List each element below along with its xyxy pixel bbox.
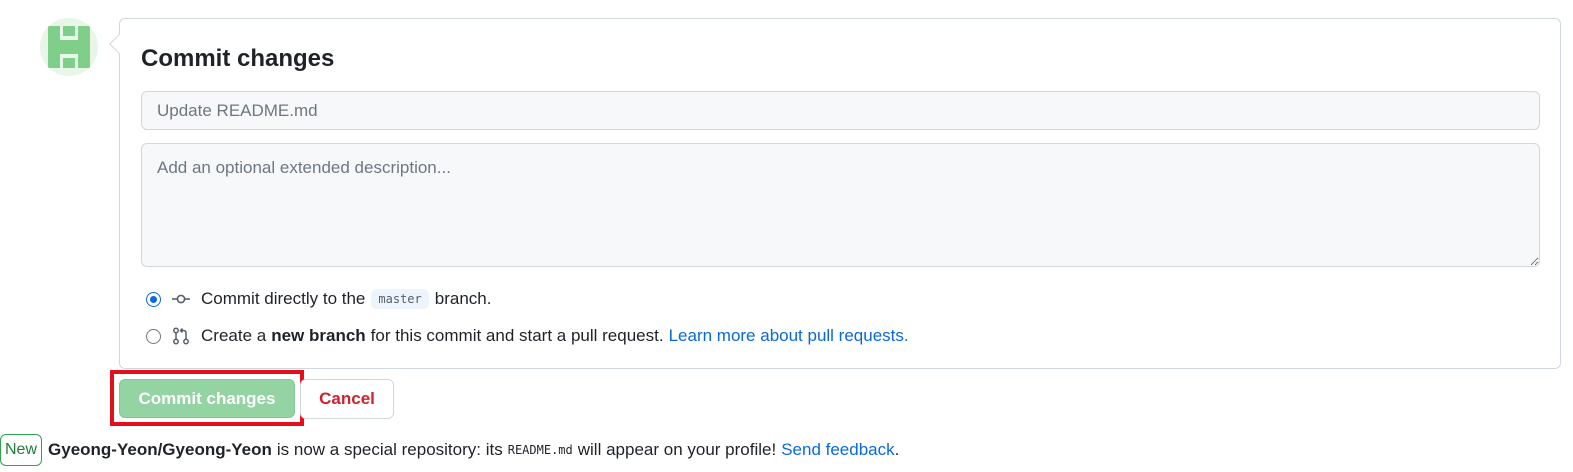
repo-name: Gyeong-Yeon/Gyeong-Yeon	[48, 440, 272, 459]
branch-name: master	[371, 289, 429, 309]
new-branch-bold: new branch	[271, 326, 366, 345]
commit-title: Commit changes	[141, 45, 335, 72]
notice-text-1: is now a special repository: its	[276, 440, 503, 459]
new-branch-prefix: Create a	[201, 326, 267, 345]
commit-summary-input[interactable]	[141, 91, 1540, 130]
notice-text-2: will appear on your profile!	[577, 440, 777, 459]
notice-end: .	[894, 440, 900, 459]
commit-direct-radio[interactable]	[146, 291, 161, 307]
commit-direct-suffix: branch.	[434, 289, 492, 308]
readme-filename: README.md	[507, 443, 573, 457]
commit-direct-prefix: Commit directly to the	[201, 289, 366, 308]
cancel-button[interactable]: Cancel	[300, 379, 394, 419]
learn-more-link[interactable]: Learn more about pull requests.	[669, 326, 909, 346]
send-feedback-link[interactable]: Send feedback	[781, 440, 894, 460]
commit-direct-option[interactable]: Commit directly to the master branch.	[146, 289, 491, 309]
user-avatar[interactable]	[40, 18, 98, 76]
commit-form: Commit changes Commit directly to the ma…	[109, 18, 1561, 369]
new-branch-suffix: for this commit and start a pull request…	[370, 326, 664, 345]
special-repo-notice: New Gyeong-Yeon/Gyeong-Yeon is now a spe…	[0, 434, 899, 466]
git-commit-icon	[172, 294, 190, 304]
commit-description-input[interactable]	[141, 143, 1540, 267]
form-caret	[109, 34, 129, 54]
commit-page: Commit changes Commit directly to the ma…	[0, 0, 1573, 472]
identicon-icon	[40, 18, 98, 76]
new-branch-option[interactable]: Create a new branch for this commit and …	[146, 326, 909, 346]
new-badge: New	[0, 434, 43, 466]
commit-changes-button[interactable]: Commit changes	[119, 379, 295, 418]
git-pull-request-icon	[173, 327, 189, 345]
new-branch-radio[interactable]	[146, 328, 161, 344]
